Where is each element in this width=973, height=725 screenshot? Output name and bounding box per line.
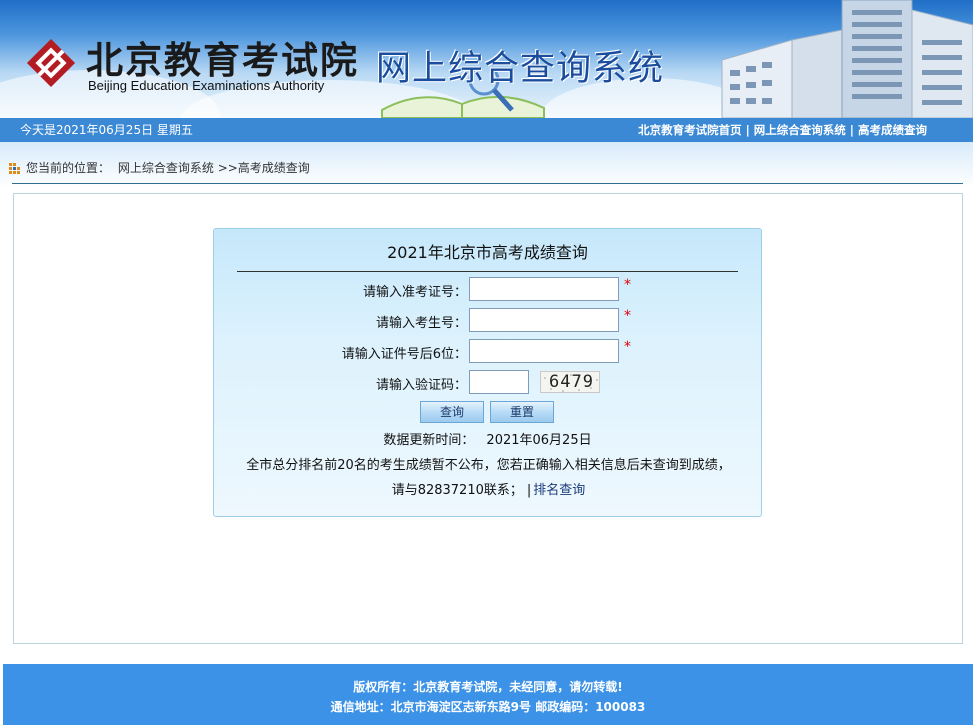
top-links: 北京教育考试院首页 | 网上综合查询系统 | 高考成绩查询	[638, 118, 927, 142]
candidate-number-label: 请输入考生号：	[375, 316, 467, 331]
candidate-number-input[interactable]	[469, 308, 619, 332]
admission-number-label: 请输入准考证号：	[362, 285, 467, 300]
panel-title: 2021年北京市高考成绩查询	[387, 243, 588, 262]
rank-query-link[interactable]: 排名查询	[533, 483, 585, 498]
footer-copyright: 版权所有：北京教育考试院，未经同意，请勿转载!	[353, 680, 623, 694]
reset-button[interactable]: 重置	[490, 401, 554, 423]
beao-logo-icon	[26, 38, 76, 88]
link-beao-home[interactable]: 北京教育考试院首页	[638, 123, 742, 137]
id-last6-input[interactable]	[469, 339, 619, 363]
breadcrumb: 您当前的位置： 网上综合查询系统 >>高考成绩查询	[8, 160, 310, 176]
required-mark: *	[624, 277, 631, 293]
captcha-input[interactable]	[469, 370, 529, 394]
captcha-image[interactable]: 6479	[540, 371, 600, 393]
data-update-time: 数据更新时间： 2021年06月25日	[214, 429, 761, 448]
footer-address: 通信地址：北京市海淀区志新东路9号 邮政编码：100083	[330, 700, 646, 714]
panel-title-rule	[237, 271, 738, 272]
building-illustration-icon	[721, 0, 973, 118]
captcha-label: 请输入验证码：	[375, 378, 467, 393]
score-query-panel: 2021年北京市高考成绩查询 请输入准考证号： * 请输入考生号： * 请输入证…	[213, 228, 762, 517]
captcha-text: 6479	[549, 372, 594, 392]
link-separator: |	[745, 123, 750, 137]
logo-chinese-name: 北京教育考试院	[86, 38, 359, 82]
query-button[interactable]: 查询	[420, 401, 484, 423]
update-label: 数据更新时间：	[383, 433, 475, 448]
notice-text: 全市总分排名前20名的考生成绩暂不公布，您若正确输入相关信息后未查询到成绩，请与…	[240, 453, 737, 503]
site-banner: 北京教育考试院 Beijing Education Examinations A…	[0, 0, 973, 118]
required-mark: *	[624, 308, 631, 324]
breadcrumb-current: >>高考成绩查询	[217, 161, 310, 175]
admission-number-row: 请输入准考证号： *	[214, 277, 761, 301]
location-dots-icon	[9, 163, 20, 174]
breadcrumb-home-link[interactable]: 网上综合查询系统	[118, 161, 214, 175]
top-nav-bar: 今天是2021年06月25日 星期五 北京教育考试院首页 | 网上综合查询系统 | 高考…	[0, 118, 973, 142]
site-footer: 版权所有：北京教育考试院，未经同意，请勿转载! 通信地址：北京市海淀区志新东路9…	[3, 664, 973, 725]
system-title: 网上综合查询系统	[376, 49, 665, 89]
captcha-row: 请输入验证码： 6479	[214, 370, 761, 394]
notice-separator: |	[526, 483, 532, 498]
id-last6-label: 请输入证件号后6位：	[341, 347, 467, 362]
candidate-number-row: 请输入考生号： *	[214, 308, 761, 332]
breadcrumb-prefix: 您当前的位置：	[26, 161, 111, 175]
link-query-system[interactable]: 网上综合查询系统	[754, 123, 846, 137]
id-last6-row: 请输入证件号后6位： *	[214, 339, 761, 363]
admission-number-input[interactable]	[469, 277, 619, 301]
update-value: 2021年06月25日	[486, 433, 592, 448]
current-date: 今天是2021年06月25日 星期五	[20, 123, 193, 137]
breadcrumb-divider	[12, 183, 963, 184]
link-separator: |	[849, 123, 854, 137]
logo-english-name: Beijing Education Examinations Authority	[88, 78, 325, 93]
notice-message: 全市总分排名前20名的考生成绩暂不公布，您若正确输入相关信息后未查询到成绩，请与…	[246, 458, 731, 498]
link-gaokao-score[interactable]: 高考成绩查询	[858, 123, 927, 137]
required-mark: *	[624, 339, 631, 355]
